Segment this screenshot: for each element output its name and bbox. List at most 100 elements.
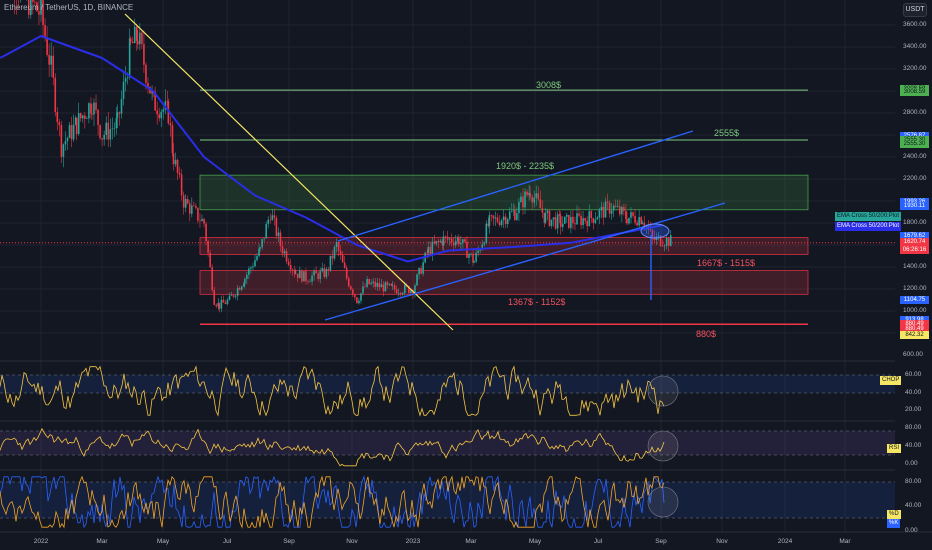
candle-body [623, 207, 625, 211]
rsi-tag: RSI [887, 444, 902, 453]
candle-body [128, 38, 131, 78]
candle-body [242, 283, 245, 287]
candle-body [307, 281, 309, 282]
candle-body [502, 216, 505, 221]
candle-body [552, 217, 555, 220]
candle-body [494, 217, 497, 219]
candle-body [352, 289, 354, 295]
candle-body [526, 191, 528, 196]
indicator-band [0, 431, 895, 455]
candle-body [133, 26, 136, 44]
candle-body [62, 144, 65, 157]
candle-body [460, 242, 462, 245]
candle-body [283, 251, 286, 254]
candle-body [578, 213, 580, 216]
candle-body [496, 217, 499, 222]
candle-body [174, 159, 177, 165]
candle-body [343, 262, 346, 268]
candle-body [48, 54, 50, 65]
candle-body [207, 241, 209, 253]
candle-body [118, 112, 121, 114]
price-tick: 3600.00 [903, 21, 927, 28]
candle-body [103, 134, 105, 140]
candle-body [256, 256, 258, 261]
candle-body [561, 223, 564, 227]
candle-body [539, 199, 542, 209]
candle-body [490, 215, 493, 216]
candle-body [544, 213, 547, 223]
candle-body [457, 237, 460, 245]
ema-cross-highlight [640, 223, 670, 239]
candle-body [213, 290, 216, 305]
candle-body [293, 270, 296, 274]
chart-canvas[interactable] [0, 0, 932, 550]
candle-body [341, 254, 344, 263]
candle-body [44, 25, 46, 38]
candle-body [193, 205, 195, 207]
candle-body [395, 289, 398, 294]
zone-red-2 [199, 270, 809, 295]
candle-body [393, 285, 396, 290]
candle-body [537, 193, 540, 200]
price-badge: 3008.59 [900, 88, 929, 97]
candle-body [488, 215, 491, 226]
candle-body [588, 211, 591, 227]
candle-body [309, 281, 311, 283]
price-badge: 1620.74 [900, 237, 929, 246]
candle-body [378, 282, 381, 288]
candle-body [232, 295, 235, 297]
price-tick: 3200.00 [903, 65, 927, 72]
price-badge: 06:26:16 [900, 245, 929, 254]
candle-body [665, 238, 668, 246]
candle-body [360, 293, 362, 301]
candle-body [504, 216, 507, 225]
candle-body [572, 216, 574, 224]
candle-body [446, 236, 449, 240]
candle-body [248, 268, 250, 275]
level-2555-label: 2555$ [714, 128, 740, 138]
candle-body [101, 138, 103, 140]
candle-body [661, 245, 664, 247]
candle-body [93, 102, 95, 115]
candle-body [506, 219, 509, 225]
candle-body [158, 114, 161, 119]
stoch-k-tag: %K [887, 519, 901, 528]
time-tick: May [156, 538, 170, 545]
candle-body [323, 268, 326, 277]
indicator-highlight [647, 486, 679, 518]
candle-body [122, 81, 125, 99]
candle-body [450, 238, 453, 243]
candle-body [347, 278, 350, 287]
candle-body [52, 55, 55, 78]
candle-body [563, 216, 566, 224]
candle-body [126, 77, 129, 79]
currency-button[interactable]: USDT [903, 3, 927, 17]
candle-body [632, 212, 634, 217]
symbol-title: Ethereum / TetherUS, 1D, BINANCE [4, 3, 134, 12]
candle-body [337, 242, 340, 251]
ema-tag-1: EMA Cross 50/200:Plot [835, 212, 902, 221]
candle-body [129, 38, 132, 42]
candle-body [448, 238, 451, 240]
candle-body [317, 273, 319, 280]
indicator-band [0, 375, 895, 393]
candle-body [382, 284, 385, 292]
candle-body [663, 245, 666, 247]
indicator-tick: 40.00 [905, 389, 922, 396]
candle-body [294, 273, 297, 275]
candle-body [244, 279, 246, 284]
candle-body [614, 205, 617, 207]
candle-body [416, 274, 418, 286]
candle-body [349, 286, 352, 290]
candle-body [541, 208, 544, 213]
candle-body [431, 241, 434, 255]
candle-body [437, 241, 440, 243]
candle-body [178, 172, 181, 175]
time-tick: 2023 [405, 538, 421, 545]
candle-body [358, 300, 360, 304]
candle-body [397, 292, 400, 294]
price-tick: 1200.00 [903, 285, 927, 292]
time-tick: Sep [283, 538, 295, 545]
indicator-tick: 80.00 [905, 478, 922, 485]
candle-body [618, 206, 621, 215]
